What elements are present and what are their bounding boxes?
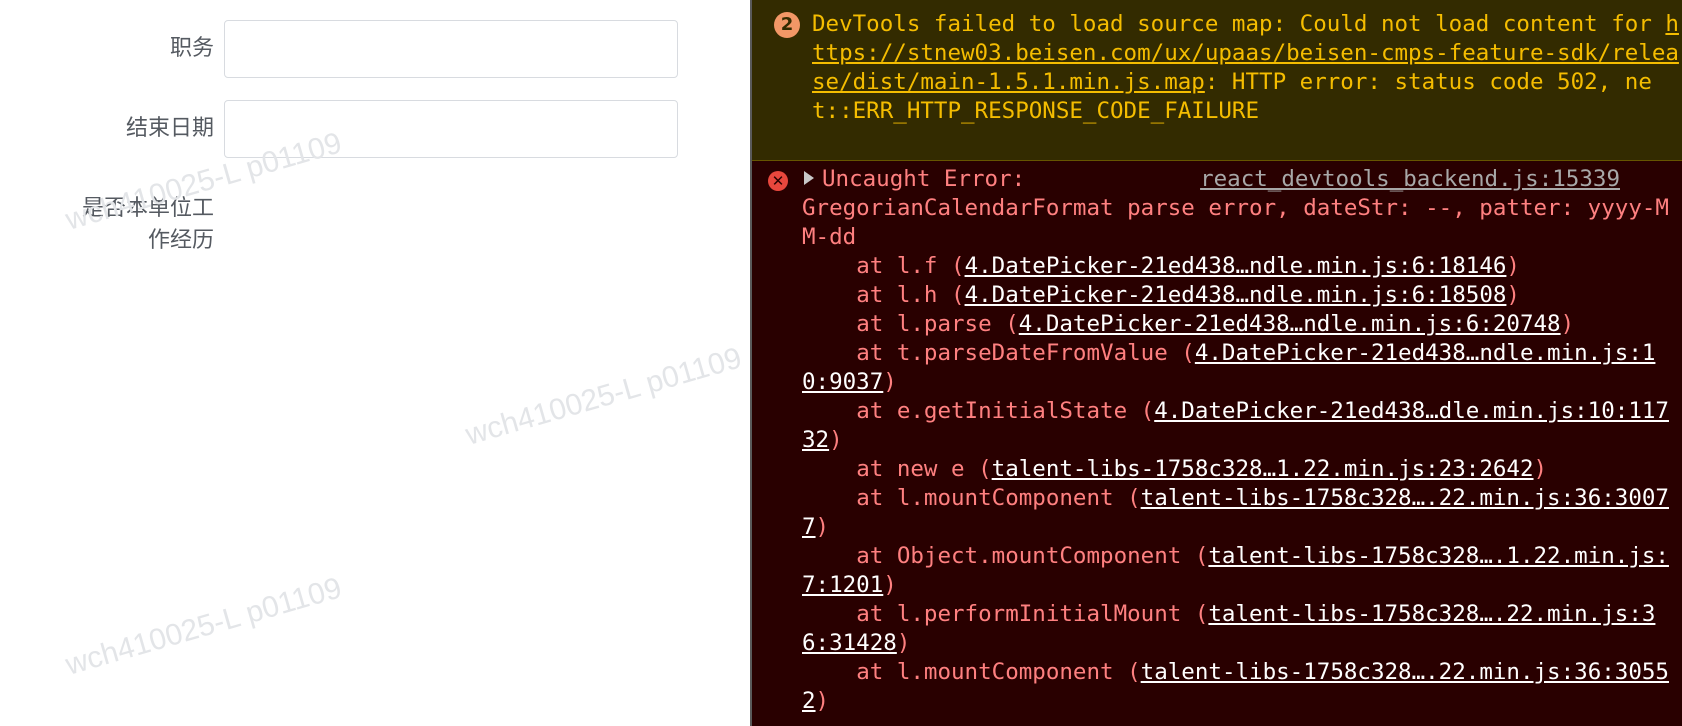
stack-frame-close-paren: )	[1506, 253, 1520, 279]
stack-frame-function: at l.parse (	[802, 311, 1019, 337]
devtools-console: 2 DevTools failed to load source map: Co…	[750, 0, 1682, 726]
stack-frame-source-link[interactable]: talent-libs-1758c328…1.22.min.js:23:2642	[992, 456, 1534, 482]
watermark: wch410025-L p01109	[62, 571, 346, 682]
error-message: GregorianCalendarFormat parse error, dat…	[802, 195, 1669, 250]
error-icon: ✕	[768, 171, 788, 191]
warning-count-badge: 2	[774, 12, 800, 38]
stack-frame: at l.parse (4.DatePicker-21ed438…ndle.mi…	[802, 310, 1674, 339]
position-input[interactable]	[224, 20, 678, 78]
stack-frame: at l.h (4.DatePicker-21ed438…ndle.min.js…	[802, 281, 1674, 310]
stack-frame: at l.mountComponent (talent-libs-1758c32…	[802, 658, 1674, 716]
stack-frame-close-paren: )	[1560, 311, 1575, 337]
field-label-position: 职务	[169, 36, 214, 61]
stack-frame: at Object.mountComponent (talent-libs-17…	[802, 542, 1674, 600]
stack-frame: at new e (talent-libs-1758c328…1.22.min.…	[802, 455, 1674, 484]
stack-frame-source-link[interactable]: 4.DatePicker-21ed438…ndle.min.js:6:20748	[1019, 311, 1561, 337]
stack-frame-function: at l.f (	[802, 253, 965, 279]
stack-frame: at l.performInitialMount (talent-libs-17…	[802, 600, 1674, 658]
stack-frame-close-paren: )	[815, 688, 830, 714]
stack-frame-function: at t.parseDateFromValue (	[802, 340, 1195, 366]
stack-frame-close-paren: )	[815, 514, 830, 540]
stack-frame: at l.f (4.DatePicker-21ed438…ndle.min.js…	[802, 252, 1674, 281]
end-date-input[interactable]	[224, 100, 678, 158]
stack-frame-function: at l.h (	[802, 282, 965, 308]
stack-frame-function: at e.getInitialState (	[802, 398, 1155, 424]
watermark: wch410025-L p01109	[462, 341, 746, 452]
stack-frame-close-paren: )	[829, 427, 843, 453]
stack-frame-function: at new e (	[802, 456, 992, 482]
stack-frame-close-paren: )	[896, 630, 911, 656]
stack-frame-function: at l.mountComponent (	[802, 485, 1141, 511]
field-label-end-date: 结束日期	[125, 116, 214, 141]
console-error-message: ✕ react_devtools_backend.js:15339 Uncaug…	[752, 161, 1682, 726]
stack-frame: at t.parseDateFromValue (4.DatePicker-21…	[802, 339, 1674, 397]
stack-frame-close-paren: )	[883, 369, 897, 395]
stack-frame-function: at l.performInitialMount (	[802, 601, 1209, 627]
form-pane: 职务 结束日期 是否本单位工作经历 wch410025-L p01109 wch…	[0, 0, 750, 726]
stack-frame-source-link[interactable]: 4.DatePicker-21ed438…ndle.min.js:6:18508	[965, 282, 1507, 308]
stack-frame-function: at Object.mountComponent (	[802, 543, 1209, 569]
stack-frame: at l.mountComponent (talent-libs-1758c32…	[802, 484, 1674, 542]
stack-frame-close-paren: )	[1533, 456, 1548, 482]
error-text: Uncaught Error: GregorianCalendarFormat …	[802, 165, 1674, 716]
error-title: Uncaught Error:	[822, 166, 1026, 192]
stack-frame: at e.getInitialState (4.DatePicker-21ed4…	[802, 397, 1674, 455]
stack-frame-close-paren: )	[883, 572, 897, 598]
field-label-same-employer: 是否本单位工作经历	[81, 196, 214, 253]
warning-prefix: DevTools failed to load source map: Coul…	[812, 11, 1666, 37]
warning-text: DevTools failed to load source map: Coul…	[812, 10, 1682, 126]
stack-frame-close-paren: )	[1506, 282, 1520, 308]
stack-frame-source-link[interactable]: 4.DatePicker-21ed438…ndle.min.js:6:18146	[965, 253, 1507, 279]
console-warning-message: 2 DevTools failed to load source map: Co…	[752, 0, 1682, 161]
stack-frame-function: at l.mountComponent (	[802, 659, 1141, 685]
stack-trace: at l.f (4.DatePicker-21ed438…ndle.min.js…	[802, 252, 1674, 716]
